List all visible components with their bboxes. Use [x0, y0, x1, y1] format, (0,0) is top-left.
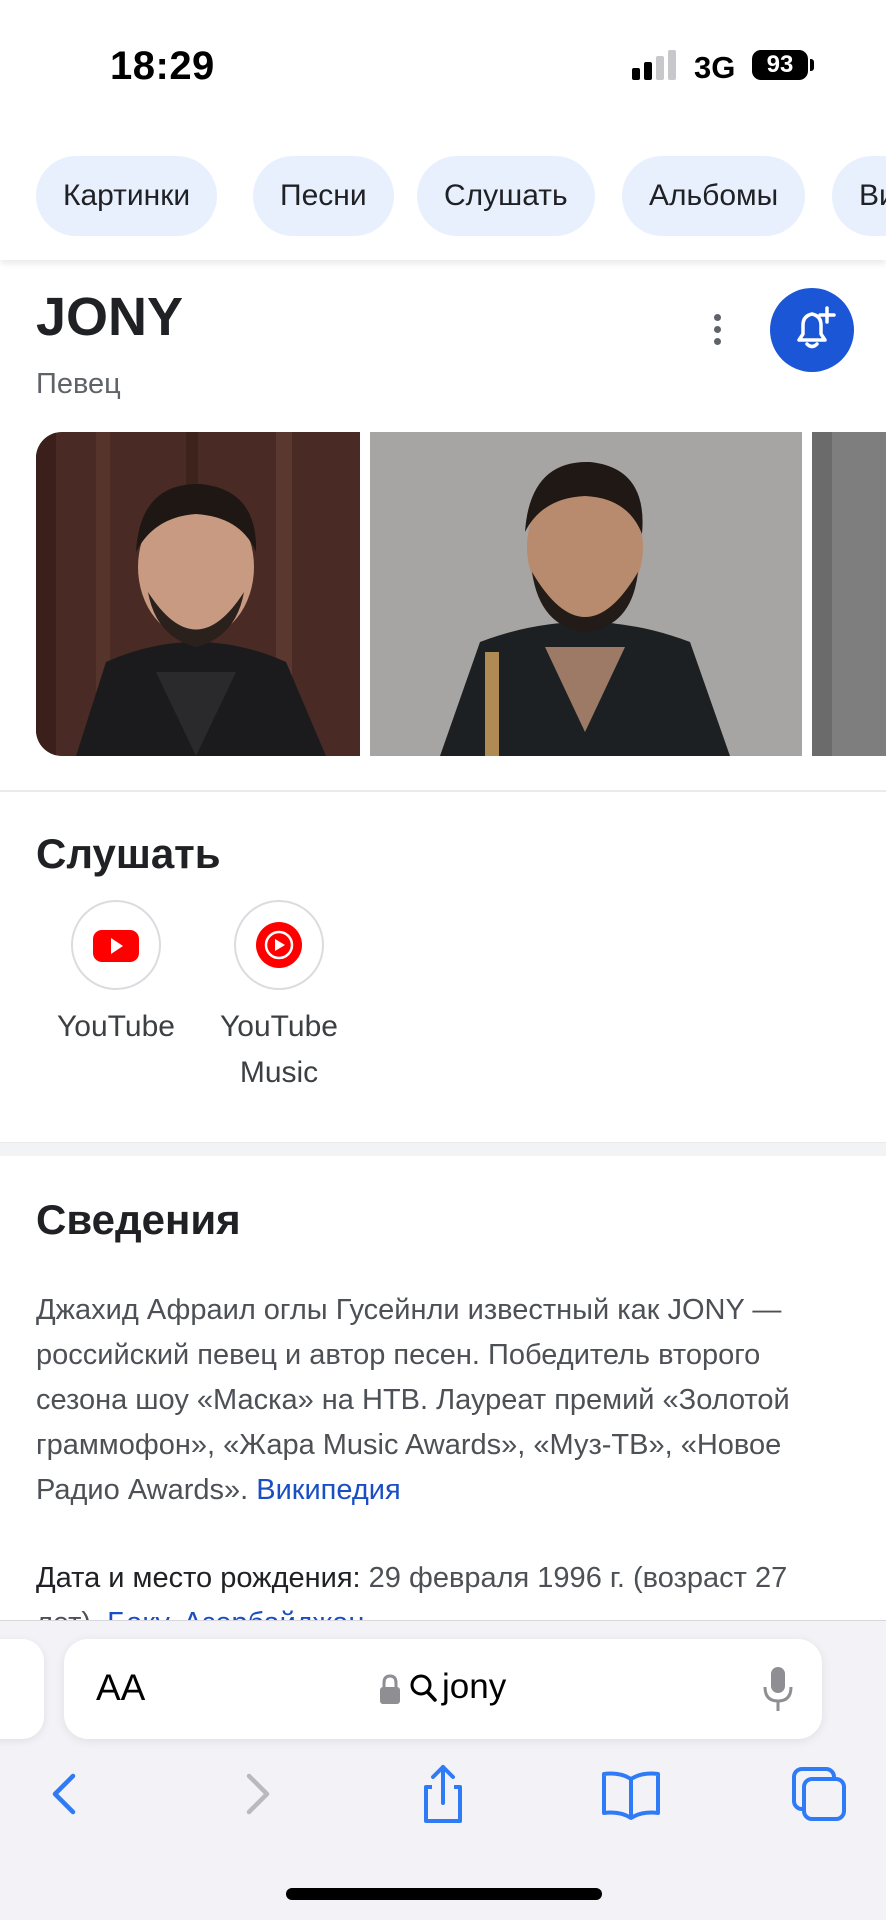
text-size-label: AA — [96, 1667, 146, 1708]
search-icon — [410, 1674, 437, 1702]
chip-listen[interactable]: Слушать — [417, 156, 595, 236]
search-filter-chips: Картинки Песни Слушать Альбомы Ви — [0, 130, 886, 260]
about-section-title: Сведения — [36, 1196, 241, 1243]
chip-pictures[interactable]: Картинки — [36, 156, 218, 236]
wikipedia-link[interactable]: Википедия — [256, 1474, 400, 1506]
chip-videos[interactable]: Ви — [832, 156, 886, 236]
chip-songs[interactable]: Песни — [253, 156, 394, 236]
entity-title: JONY — [36, 287, 184, 347]
url-text: jony — [442, 1667, 507, 1706]
address-bar[interactable]: AA jony — [64, 1639, 822, 1739]
listen-youtube[interactable]: YouTube — [36, 900, 196, 1050]
entity-subtitle: Певец — [36, 368, 121, 400]
status-bar: 18:29 3G 93 — [0, 0, 886, 130]
listen-section-title: Слушать — [36, 830, 221, 877]
lock-icon — [380, 1674, 400, 1704]
status-time: 18:29 — [110, 44, 215, 88]
image-carousel — [36, 432, 886, 756]
text-size-button[interactable]: AA — [96, 1667, 145, 1709]
chip-albums[interactable]: Альбомы — [622, 156, 806, 236]
battery-tip — [810, 59, 814, 71]
about-description: Джахид Афраил оглы Гусейнли известный ка… — [36, 1288, 856, 1513]
microphone-icon[interactable] — [758, 1665, 798, 1715]
back-arrow-icon[interactable] — [30, 1759, 100, 1829]
listen-youtube-music-label: YouTube Music — [220, 1010, 338, 1089]
home-indicator — [286, 1888, 602, 1900]
artist-photo-2[interactable] — [370, 432, 802, 756]
section-divider — [0, 1142, 886, 1156]
artist-photo-1[interactable] — [36, 432, 360, 756]
tabs-icon[interactable] — [784, 1759, 854, 1829]
network-type: 3G — [694, 50, 736, 85]
browser-toolbar: AA jony — [0, 1620, 886, 1920]
battery-icon: 93 — [752, 50, 808, 80]
divider — [0, 790, 886, 792]
youtube-music-icon — [234, 900, 324, 990]
listen-youtube-label: YouTube — [57, 1010, 175, 1043]
forward-arrow-icon[interactable] — [222, 1759, 292, 1829]
listen-youtube-music[interactable]: YouTube Music — [199, 900, 359, 1096]
artist-photo-3[interactable] — [812, 432, 886, 756]
more-options-icon[interactable] — [700, 302, 736, 352]
previous-tab[interactable] — [0, 1639, 44, 1739]
add-notification-button[interactable] — [770, 288, 854, 372]
about-text: Джахид Афраил оглы Гусейнли известный ка… — [36, 1294, 790, 1506]
bookmarks-icon[interactable] — [596, 1759, 666, 1829]
born-label: Дата и место рождения: — [36, 1562, 361, 1594]
bell-plus-icon — [797, 306, 836, 349]
youtube-icon — [71, 900, 161, 990]
cellular-signal-icon — [632, 50, 678, 80]
share-icon[interactable] — [408, 1759, 478, 1829]
